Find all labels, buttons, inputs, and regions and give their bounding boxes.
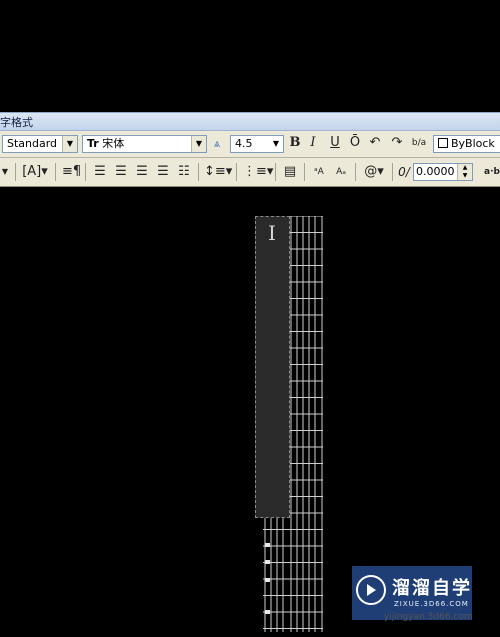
toolbar-separator [304,163,305,181]
paragraph-icon[interactable]: ≡¶ [62,162,81,182]
chevron-down-icon: ▼ [62,136,77,152]
uppercase-icon[interactable]: ᵃA [310,162,328,182]
underline-button[interactable]: U [328,133,342,153]
toolbar-separator [275,163,276,181]
toolbar-separator [198,163,199,181]
spinner-icon[interactable]: ▲ ▼ [457,164,472,180]
text-style-value: Standard [7,137,58,150]
insert-field-icon[interactable]: ▤ [281,162,299,182]
overline-button[interactable]: Ō [348,133,362,153]
toolbar-separator [85,163,86,181]
toolbar-separator [392,163,393,181]
chevron-down-icon: ▼ [191,136,206,152]
font-dropdown[interactable]: Tr 宋体 ▼ [82,135,207,153]
chevron-down-icon: ▼ [269,136,283,152]
text-style-dropdown[interactable]: Standard ▼ [2,135,78,153]
text-formatting-toolbar-row2: ▼ [A]▾ ≡¶ ☰ ☰ ☰ ☰ ☷ ↕≡▾ ⋮≡▾ ▤ ᵃA Aₐ @▾ 0… [0,158,500,187]
toolbar-separator [15,163,16,181]
text-height-value: 4.5 [235,137,253,150]
numbering-icon[interactable]: ⋮≡▾ [243,162,273,182]
watermark-subtitle: ZIXUE.3D66.COM [394,600,469,608]
play-icon [367,584,376,596]
symbol-icon[interactable]: @▾ [362,162,386,182]
text-formatting-toolbar-row1: Standard ▼ Tr 宋体 ▼ ⩓ 4.5 ▼ B I U Ō ↶ ↷ b… [0,131,500,158]
line-spacing-icon[interactable]: ↕≡▾ [204,162,232,182]
color-value: ByBlock [451,137,495,150]
oblique-angle-value: 0.0000 [416,165,455,178]
color-dropdown[interactable]: ByBlock [433,135,500,153]
toolbar-separator [236,163,237,181]
text-cursor-icon: I [268,221,276,245]
undo-button[interactable]: ↶ [368,133,382,153]
watermark-url: yijingyan.3d66.com [384,612,473,622]
stack-button[interactable]: b/a [410,133,428,153]
tracking-icon: a·b [484,167,500,177]
watermark-title: 溜溜自学 [392,578,472,599]
lowercase-icon[interactable]: Aₐ [332,162,350,182]
toolbar-separator [55,163,56,181]
font-value: 宋体 [102,137,125,150]
color-swatch-icon [438,138,448,148]
text-height-dropdown[interactable]: 4.5 ▼ [230,135,284,153]
bold-button[interactable]: B [288,133,302,153]
align-center-icon[interactable]: ☰ [112,162,130,182]
truetype-icon: Tr [87,137,99,150]
align-right-icon[interactable]: ☰ [133,162,151,182]
annotative-icon[interactable]: ⩓ [210,134,224,154]
justify-icon[interactable]: ☰ [154,162,172,182]
italic-button[interactable]: I [306,133,320,153]
distribute-icon[interactable]: ☷ [175,162,193,182]
oblique-angle-input[interactable]: 0.0000 ▲ ▼ [413,163,473,181]
chevron-down-icon[interactable]: ▼ [0,162,10,182]
toolbar-separator [355,163,356,181]
oblique-angle-icon: 0/ [398,165,410,179]
toolbar-title: 字格式 [0,116,33,129]
text-formatting-titlebar[interactable]: 字格式 [0,112,500,131]
redo-button[interactable]: ↷ [390,133,404,153]
mtext-editor-box[interactable] [255,216,290,518]
align-left-icon[interactable]: ☰ [91,162,109,182]
justification-icon[interactable]: [A]▾ [22,162,48,182]
